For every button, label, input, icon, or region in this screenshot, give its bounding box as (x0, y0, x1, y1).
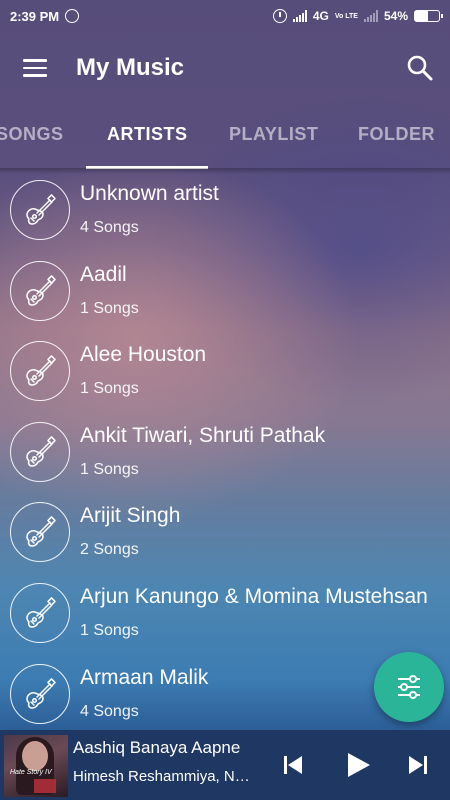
artist-song-count: 1 Songs (80, 460, 139, 478)
signal-strength-secondary-icon (363, 10, 378, 22)
artist-avatar (10, 341, 70, 402)
hamburger-menu-icon (23, 59, 47, 77)
artist-item[interactable]: Alee Houston 1 Songs (0, 331, 450, 412)
artist-avatar (10, 260, 70, 321)
guitar-icon (26, 597, 56, 628)
search-button[interactable] (390, 32, 450, 104)
artist-avatar (10, 663, 70, 724)
now-playing-artist: Himesh Reshammiya, Neha Bhasin (73, 768, 255, 785)
artist-item[interactable]: Ankit Tiwari, Shruti Pathak 1 Songs (0, 412, 450, 493)
artist-name: Arijit Singh (80, 504, 181, 528)
artist-item[interactable]: Arjun Kanungo & Momina Mustehsan 1 Songs (0, 573, 450, 654)
guitar-icon (26, 274, 56, 306)
guitar-icon (26, 436, 56, 467)
tab-bar: SONGS ARTISTS PLAYLIST FOLDER (0, 104, 450, 170)
app-title: My Music (76, 54, 185, 81)
artist-avatar (10, 180, 70, 240)
artist-avatar (10, 583, 70, 643)
artist-name: Unknown artist (80, 182, 219, 205)
alarm-icon (272, 9, 287, 23)
guitar-icon (26, 677, 56, 709)
guitar-icon (26, 516, 56, 548)
tab-artists[interactable]: ARTISTS (107, 124, 188, 145)
equalizer-icon (398, 675, 420, 699)
tab-songs[interactable]: SONGS (0, 124, 64, 145)
now-playing-bar[interactable]: Hate Story IV Aashiq Banaya Aapne Himesh… (0, 730, 450, 800)
artist-avatar (10, 421, 70, 482)
search-icon (407, 55, 433, 81)
artist-list[interactable]: Unknown artist 4 Songs Aadil 1 Songs Ale… (0, 170, 450, 730)
menu-button[interactable] (0, 32, 70, 104)
status-left: 2:39 PM (10, 8, 80, 24)
tab-playlist[interactable]: PLAYLIST (229, 124, 318, 145)
battery-icon (414, 10, 443, 22)
artist-name: Ankit Tiwari, Shruti Pathak (80, 423, 326, 447)
app-bar: My Music (0, 32, 450, 104)
status-time: 2:39 PM (10, 8, 60, 24)
play-button[interactable] (337, 744, 379, 786)
artist-name: Arjun Kanungo & Momina Mustehsan (80, 585, 428, 608)
album-art[interactable]: Hate Story IV (4, 735, 68, 797)
tab-folder[interactable]: FOLDER (358, 124, 435, 145)
whatsapp-notification-icon (65, 9, 80, 23)
equalizer-fab-button[interactable] (374, 652, 444, 722)
guitar-icon (26, 194, 56, 225)
status-bar: 2:39 PM 4G Vo LTE 54% (0, 0, 450, 32)
artist-song-count: 1 Songs (80, 622, 139, 639)
next-button[interactable] (397, 744, 439, 786)
battery-fill (415, 11, 428, 21)
previous-button[interactable] (272, 744, 314, 786)
now-playing-title: Aashiq Banaya Aapne (73, 738, 241, 757)
status-right: 4G Vo LTE 54% (272, 9, 443, 23)
artist-item[interactable]: Arijit Singh 2 Songs (0, 492, 450, 573)
artist-item[interactable]: Unknown artist 4 Songs (0, 170, 450, 251)
next-icon (409, 756, 427, 774)
artist-song-count: 4 Songs (80, 219, 139, 236)
guitar-icon (26, 355, 56, 386)
artist-item[interactable]: Aadil 1 Songs (0, 251, 450, 332)
play-icon (348, 753, 370, 777)
artist-song-count: 2 Songs (80, 541, 139, 559)
artist-name: Aadil (80, 262, 127, 286)
network-type: 4G (312, 9, 329, 23)
previous-icon (284, 756, 302, 774)
artist-name: Alee Houston (80, 343, 207, 367)
battery-percent: 54% (383, 9, 408, 23)
artist-song-count: 1 Songs (80, 380, 139, 398)
volte-indicator: Vo LTE (334, 12, 358, 20)
album-art-caption: Hate Story IV (10, 769, 52, 776)
signal-strength-icon (292, 10, 307, 22)
artist-avatar (10, 502, 70, 563)
artist-song-count: 4 Songs (80, 702, 139, 720)
artist-song-count: 1 Songs (80, 299, 139, 317)
